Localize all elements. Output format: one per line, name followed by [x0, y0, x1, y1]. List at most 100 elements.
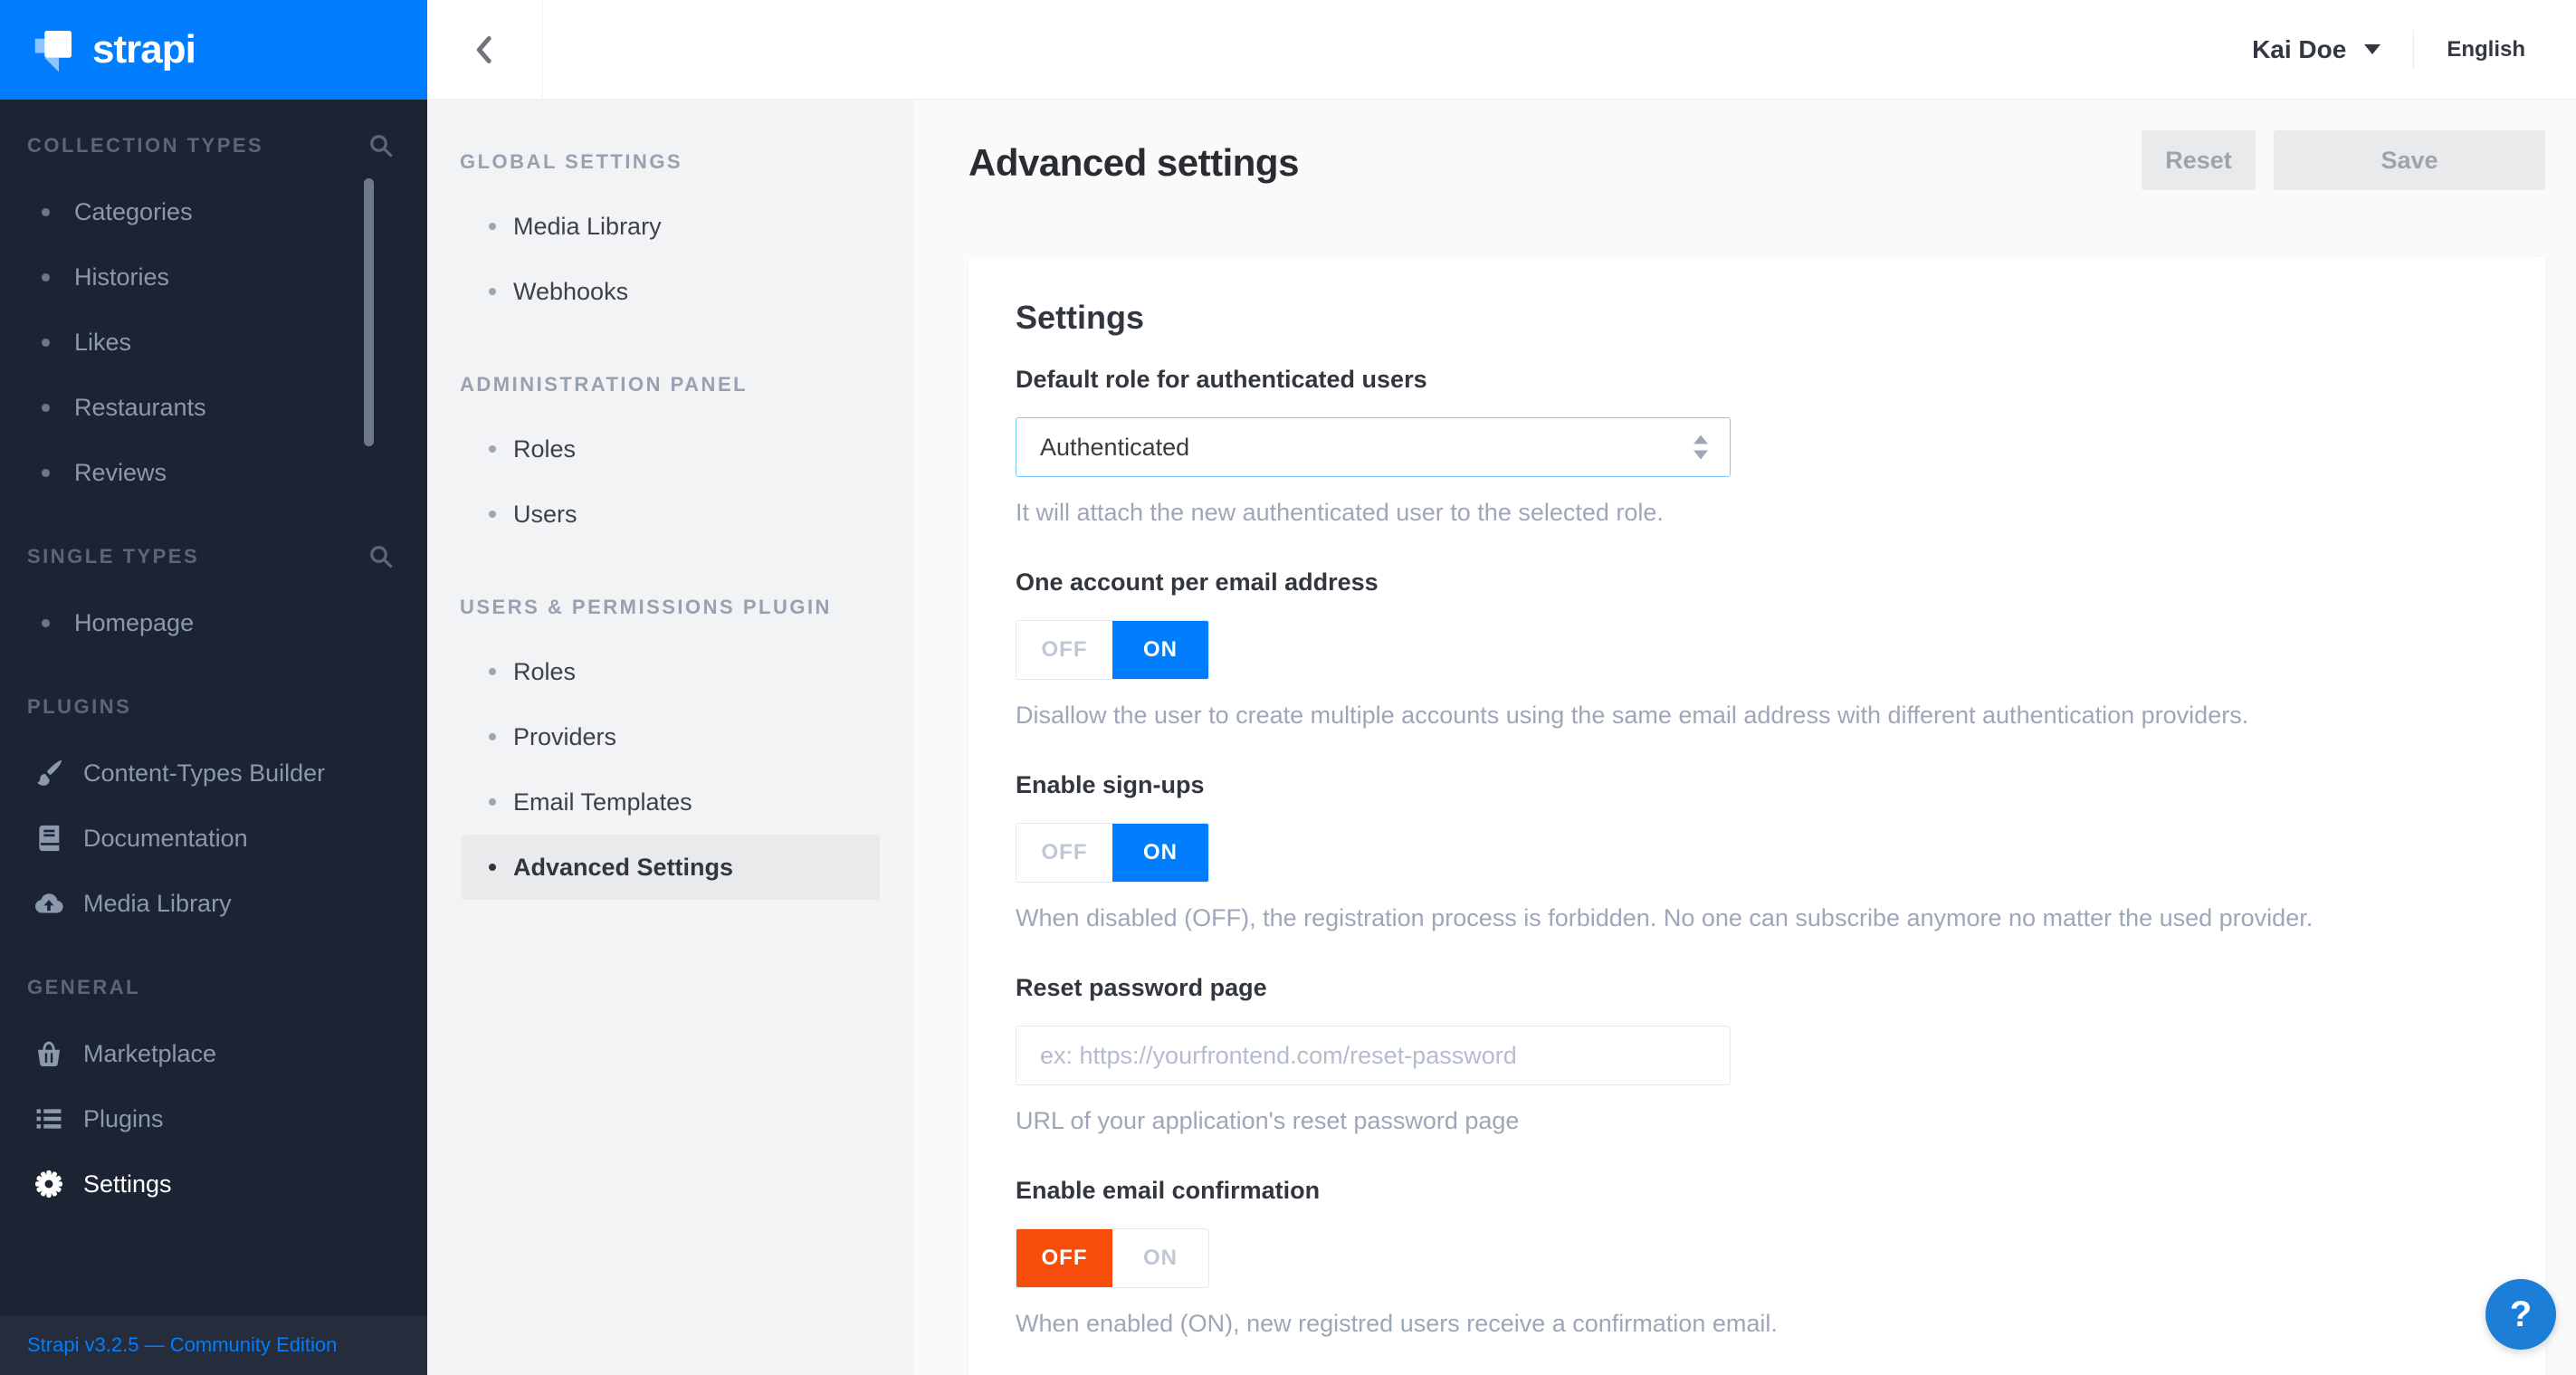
main-content: Advanced settings Reset Save Settings De… — [914, 100, 2576, 1375]
field-reset-password-page: Reset password page URL of your applicat… — [1016, 974, 2498, 1135]
bullet-icon — [489, 864, 496, 871]
settings-item-media-library[interactable]: Media Library — [462, 194, 880, 259]
field-helper: When disabled (OFF), the registration pr… — [1016, 904, 2314, 931]
default-role-select[interactable]: Authenticated — [1016, 417, 1731, 477]
help-button[interactable]: ? — [2485, 1279, 2556, 1350]
section-plugins: PLUGINS Content-Types Builder Documentat… — [0, 693, 427, 936]
subsection-label: ADMINISTRATION PANEL — [460, 373, 749, 396]
header-actions: Reset Save — [2142, 130, 2545, 190]
back-button[interactable] — [427, 0, 543, 99]
sidebar-item-documentation[interactable]: Documentation — [0, 806, 427, 871]
toggle-off-option[interactable]: OFF — [1016, 1229, 1112, 1287]
sidebar-scrollbar-thumb[interactable] — [364, 178, 374, 446]
toggle-off-option[interactable]: OFF — [1016, 621, 1112, 679]
bullet-icon — [489, 223, 496, 230]
settings-item-webhooks[interactable]: Webhooks — [462, 259, 880, 324]
topbar: Kai Doe English — [427, 0, 2576, 100]
field-helper: It will attach the new authenticated use… — [1016, 499, 1664, 526]
subsection-administration-panel: ADMINISTRATION PANEL Roles Users — [427, 371, 914, 547]
section-single-types: SINGLE TYPES Homepage — [0, 543, 427, 655]
sidebar-item-content-types-builder[interactable]: Content-Types Builder — [0, 740, 427, 806]
field-helper: When enabled (ON), new registred users r… — [1016, 1310, 1778, 1337]
page-title: Advanced settings — [968, 141, 1299, 184]
bullet-icon — [42, 272, 50, 282]
bullet-icon — [42, 403, 50, 412]
subsection-label: GLOBAL SETTINGS — [460, 150, 683, 173]
main-sidebar: strapi COLLECTION TYPES Categories Histo… — [0, 0, 427, 1375]
sidebar-item-reviews[interactable]: Reviews — [0, 440, 427, 505]
sidebar-item-marketplace[interactable]: Marketplace — [0, 1021, 427, 1086]
settings-item-advanced-settings[interactable]: Advanced Settings — [462, 835, 880, 900]
settings-card: Settings Default role for authenticated … — [968, 257, 2545, 1375]
field-helper: URL of your application's reset password… — [1016, 1107, 1520, 1134]
bullet-icon — [42, 338, 50, 347]
sidebar-item-plugins[interactable]: Plugins — [0, 1086, 427, 1151]
subsection-users-permissions: USERS & PERMISSIONS PLUGIN Roles Provide… — [427, 594, 914, 900]
chevron-down-icon — [2364, 44, 2381, 54]
field-email-confirmation: Enable email confirmation OFF ON When en… — [1016, 1177, 2498, 1338]
version-link[interactable]: Strapi v3.2.5 — Community Edition — [27, 1333, 337, 1357]
user-name: Kai Doe — [2252, 34, 2347, 63]
toggle-on-option[interactable]: ON — [1112, 824, 1208, 882]
bullet-icon — [42, 618, 50, 627]
section-label: SINGLE TYPES — [27, 545, 200, 568]
settings-sidebar: GLOBAL SETTINGS Media Library Webhooks A… — [427, 100, 914, 1375]
topbar-divider — [2413, 30, 2415, 69]
enable-signups-toggle[interactable]: OFF ON — [1016, 823, 1209, 883]
field-default-role: Default role for authenticated users Aut… — [1016, 366, 2498, 527]
strapi-logo-icon — [34, 31, 72, 72]
bullet-icon — [489, 445, 496, 453]
bullet-icon — [42, 468, 50, 477]
basket-icon — [31, 1036, 67, 1072]
brush-icon — [31, 755, 67, 791]
bullet-icon — [42, 207, 50, 216]
field-helper: Disallow the user to create multiple acc… — [1016, 702, 2249, 729]
field-label: Enable email confirmation — [1016, 1177, 1321, 1204]
topbar-right: Kai Doe English — [2252, 30, 2576, 69]
reset-password-url-input[interactable] — [1016, 1026, 1731, 1085]
section-label: COLLECTION TYPES — [27, 134, 264, 157]
sidebar-item-settings[interactable]: Settings — [0, 1151, 427, 1217]
settings-item-providers[interactable]: Providers — [462, 704, 880, 769]
subsection-global-settings: GLOBAL SETTINGS Media Library Webhooks — [427, 148, 914, 324]
email-confirmation-toggle[interactable]: OFF ON — [1016, 1228, 1209, 1288]
content-row: GLOBAL SETTINGS Media Library Webhooks A… — [427, 100, 2576, 1375]
save-button[interactable]: Save — [2274, 130, 2545, 190]
main-header: Advanced settings Reset Save — [968, 130, 2545, 190]
bullet-icon — [489, 288, 496, 295]
toggle-off-option[interactable]: OFF — [1016, 824, 1112, 882]
bullet-icon — [489, 798, 496, 806]
settings-item-admin-users[interactable]: Users — [462, 482, 880, 547]
list-icon — [31, 1101, 67, 1137]
search-icon[interactable] — [367, 543, 395, 570]
settings-item-admin-roles[interactable]: Roles — [462, 416, 880, 482]
toggle-on-option[interactable]: ON — [1112, 1229, 1208, 1287]
subsection-label: USERS & PERMISSIONS PLUGIN — [460, 596, 832, 618]
section-label: PLUGINS — [27, 695, 132, 718]
strapi-logo[interactable]: strapi — [0, 0, 427, 100]
select-value: Authenticated — [1040, 433, 1190, 461]
one-account-toggle[interactable]: OFF ON — [1016, 620, 1209, 680]
reset-button[interactable]: Reset — [2142, 130, 2256, 190]
language-selector[interactable]: English — [2447, 37, 2525, 62]
field-label: Enable sign-ups — [1016, 771, 1205, 798]
select-arrows-icon — [1693, 434, 1708, 460]
settings-item-email-templates[interactable]: Email Templates — [462, 769, 880, 835]
field-one-account: One account per email address OFF ON Dis… — [1016, 568, 2498, 730]
user-menu[interactable]: Kai Doe — [2252, 34, 2381, 64]
card-title: Settings — [1016, 299, 1145, 336]
chevron-left-icon — [476, 35, 491, 63]
bullet-icon — [489, 733, 496, 740]
section-general: GENERAL Marketplace Plugins Settings — [0, 974, 427, 1217]
settings-item-up-roles[interactable]: Roles — [462, 639, 880, 704]
logo-wordmark: strapi — [92, 27, 196, 72]
toggle-on-option[interactable]: ON — [1112, 621, 1208, 679]
field-label: Default role for authenticated users — [1016, 366, 1427, 393]
bullet-icon — [489, 668, 496, 675]
sidebar-item-homepage[interactable]: Homepage — [0, 590, 427, 655]
search-icon[interactable] — [367, 132, 395, 159]
sidebar-item-media-library[interactable]: Media Library — [0, 871, 427, 936]
strapi-admin-app: strapi COLLECTION TYPES Categories Histo… — [0, 0, 2576, 1375]
field-label: Reset password page — [1016, 974, 1267, 1001]
field-enable-signups: Enable sign-ups OFF ON When disabled (OF… — [1016, 771, 2498, 932]
